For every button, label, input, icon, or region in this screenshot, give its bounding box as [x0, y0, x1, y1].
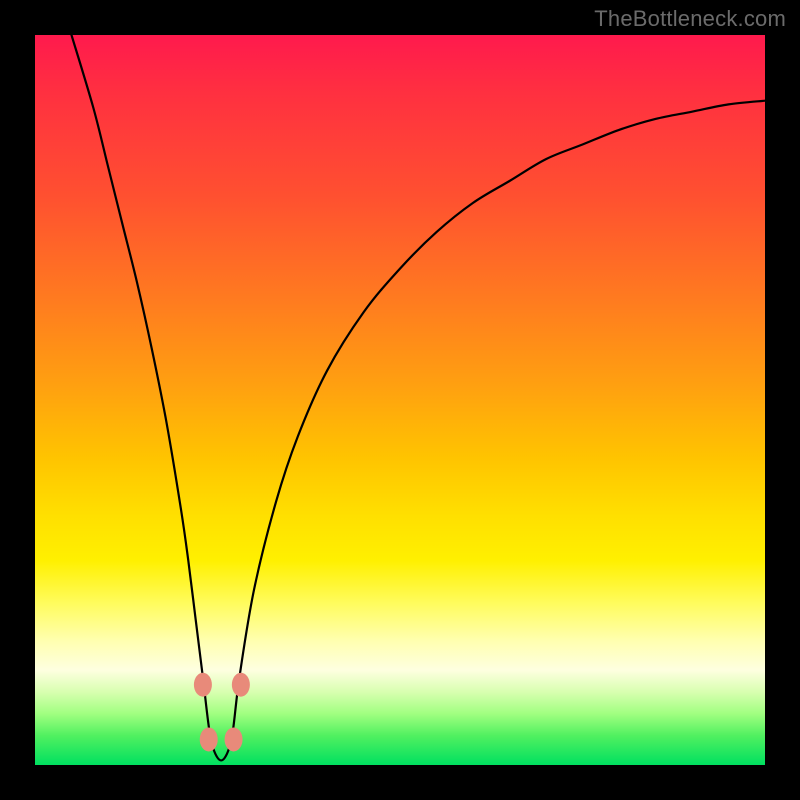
chart-frame: TheBottleneck.com [0, 0, 800, 800]
curve-marker [225, 727, 243, 751]
watermark-text: TheBottleneck.com [594, 6, 786, 32]
curve-marker [232, 673, 250, 697]
plot-area [35, 35, 765, 765]
bottleneck-curve [72, 35, 766, 760]
curve-marker [200, 727, 218, 751]
curve-markers [194, 673, 250, 752]
curve-marker [194, 673, 212, 697]
curve-svg [35, 35, 765, 765]
